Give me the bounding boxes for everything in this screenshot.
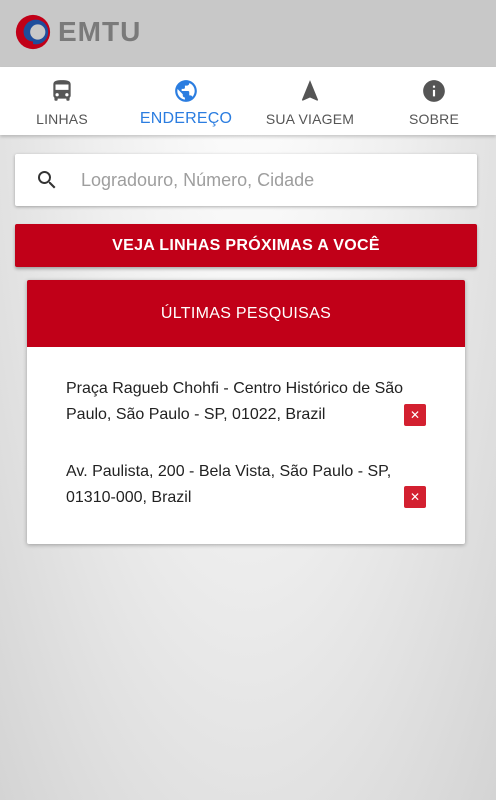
recent-search-item[interactable]: Praça Ragueb Chohfi - Centro Histórico d… bbox=[66, 376, 406, 428]
address-search-input[interactable] bbox=[81, 169, 451, 191]
tab-label: SUA VIAGEM bbox=[265, 111, 355, 127]
navigation-arrow-icon bbox=[301, 80, 319, 101]
recent-search-line1: Praça Ragueb Chohfi - Centro Histórico d… bbox=[66, 380, 404, 397]
emtu-logo: EMTU bbox=[14, 12, 154, 52]
emtu-logo-icon bbox=[15, 14, 51, 50]
tab-sobre[interactable]: SOBRE bbox=[372, 67, 496, 135]
recent-searches-card: ÚLTIMAS PESQUISAS Praça Ragueb Chohfi - … bbox=[27, 280, 465, 544]
recent-search-line2: 01310-000, Brazil bbox=[66, 489, 192, 506]
delete-recent-button[interactable]: ✕ bbox=[404, 486, 426, 508]
nearby-lines-button[interactable]: VEJA LINHAS PRÓXIMAS A VOCÊ bbox=[15, 224, 477, 267]
recent-search-line1: Av. Paulista, 200 - Bela Vista, São Paul… bbox=[66, 463, 392, 480]
brand-name: EMTU bbox=[58, 16, 142, 47]
tab-label: LINHAS bbox=[36, 111, 88, 127]
delete-recent-button[interactable]: ✕ bbox=[404, 404, 426, 426]
tab-linhas[interactable]: LINHAS bbox=[0, 67, 124, 135]
tab-sua-viagem[interactable]: SUA VIAGEM bbox=[248, 67, 372, 135]
recent-searches-title: ÚLTIMAS PESQUISAS bbox=[27, 280, 465, 347]
tab-label: SOBRE bbox=[408, 111, 459, 127]
address-search-bar bbox=[15, 154, 477, 206]
tab-endereco[interactable]: ENDEREÇO bbox=[124, 67, 248, 135]
tab-label: ENDEREÇO bbox=[139, 110, 233, 127]
search-icon bbox=[38, 171, 56, 189]
info-icon bbox=[423, 80, 445, 102]
close-icon: ✕ bbox=[409, 490, 421, 504]
bus-icon bbox=[53, 80, 71, 101]
recent-search-line2: Paulo, São Paulo - SP, 01022, Brazil bbox=[66, 406, 326, 423]
app-header: EMTU bbox=[0, 0, 496, 67]
recent-search-item[interactable]: Av. Paulista, 200 - Bela Vista, São Paul… bbox=[66, 459, 406, 511]
globe-icon bbox=[175, 80, 197, 102]
tab-bar: LINHAS ENDEREÇO SUA VIAGEM SOBRE bbox=[0, 67, 496, 135]
close-icon: ✕ bbox=[409, 408, 421, 422]
